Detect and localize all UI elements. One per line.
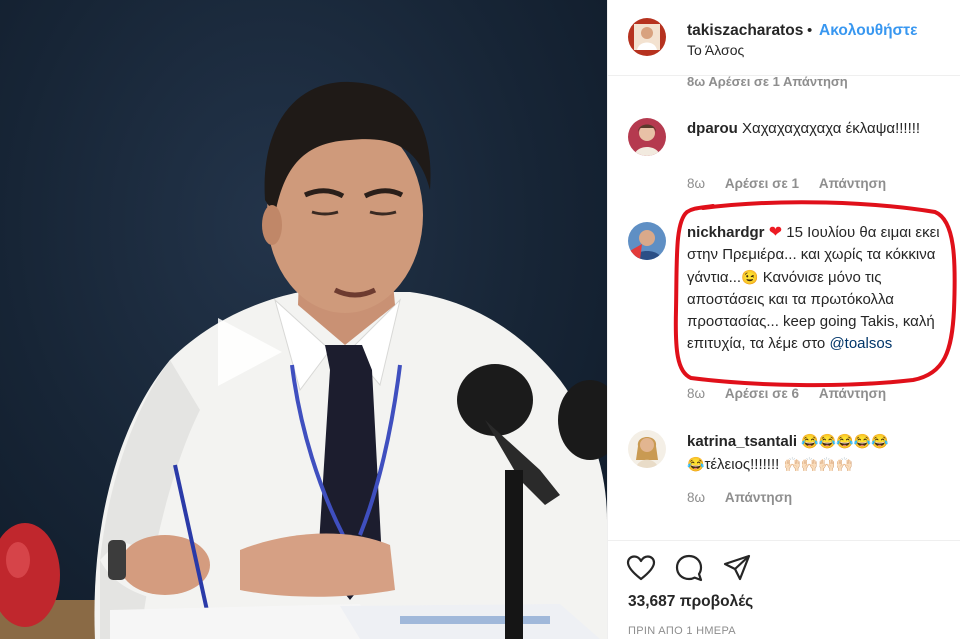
comment-time: 8ω bbox=[687, 490, 706, 505]
comment-icon bbox=[675, 554, 703, 582]
cut-comment-meta: 8ω Αρέσει σε 1 Απάντηση bbox=[687, 74, 848, 89]
comment-text: dparou Χαχαχαχαχαχα έκλαψα!!!!!! bbox=[687, 118, 949, 140]
instagram-post-view: 8ω Αρέσει σε 1 Απάντηση dparou Χαχαχαχαχ… bbox=[0, 0, 960, 639]
comment-username[interactable]: nickhardgr bbox=[687, 224, 765, 241]
play-icon bbox=[218, 318, 282, 386]
comment-likes-link[interactable]: Αρέσει σε 6 bbox=[725, 386, 799, 401]
share-button[interactable] bbox=[722, 553, 752, 583]
share-icon bbox=[723, 554, 751, 581]
author-avatar[interactable] bbox=[628, 18, 666, 56]
comment-text: nickhardgr ❤ 15 Ιουλίου θα ειμαι εκει στ… bbox=[687, 222, 949, 355]
reply-button[interactable]: Απάντηση bbox=[819, 386, 886, 401]
comment-meta: 8ω Αρέσει σε 1 Απάντηση bbox=[687, 176, 902, 191]
view-count[interactable]: 33,687 προβολές bbox=[628, 593, 753, 611]
reply-button[interactable]: Απάντηση bbox=[819, 176, 886, 191]
post-timestamp: ΠΡΙΝ ΑΠΟ 1 ΗΜΕΡΑ bbox=[628, 625, 736, 637]
comment-meta: 8ω Αρέσει σε 6 Απάντηση bbox=[687, 386, 902, 401]
post-sidebar: 8ω Αρέσει σε 1 Απάντηση dparou Χαχαχαχαχ… bbox=[607, 0, 960, 639]
author-username[interactable]: takiszacharatos bbox=[687, 22, 803, 40]
comment-username[interactable]: katrina_tsantali bbox=[687, 433, 797, 450]
post-actions: 33,687 προβολές ΠΡΙΝ ΑΠΟ 1 ΗΜΕΡΑ bbox=[608, 540, 960, 639]
reply-button[interactable]: Απάντηση bbox=[725, 490, 792, 505]
heart-icon bbox=[626, 555, 656, 581]
laughing-emoji-icon: 😂 bbox=[687, 456, 705, 472]
comment-content: τέλειος!!!!!!! bbox=[704, 456, 784, 473]
laughing-emoji-icons: 😂😂😂😂😂 bbox=[801, 433, 889, 449]
play-button[interactable] bbox=[210, 312, 290, 392]
comment-meta: 8ω Απάντηση bbox=[687, 490, 808, 505]
wink-emoji-icon: 😉 bbox=[741, 269, 759, 285]
comment-username[interactable]: dparou bbox=[687, 120, 738, 137]
comment-text: katrina_tsantali 😂😂😂😂😂 😂τέλειος!!!!!!! 🙌… bbox=[687, 430, 949, 476]
like-button[interactable] bbox=[626, 553, 656, 583]
separator-dot: • bbox=[807, 22, 813, 39]
comments-list[interactable]: 8ω Αρέσει σε 1 Απάντηση dparou Χαχαχαχαχ… bbox=[608, 0, 960, 540]
avatar[interactable] bbox=[628, 118, 666, 156]
post-header: takiszacharatos • Ακολουθήστε Το Άλσος bbox=[608, 0, 960, 76]
comment-button[interactable] bbox=[674, 553, 704, 583]
location-link[interactable]: Το Άλσος bbox=[687, 42, 744, 58]
avatar[interactable] bbox=[628, 222, 666, 260]
mention-link[interactable]: @toalsos bbox=[829, 335, 892, 352]
follow-button[interactable]: Ακολουθήστε bbox=[819, 22, 917, 40]
comment-time: 8ω bbox=[687, 386, 706, 401]
comment-content: Χαχαχαχαχαχα έκλαψα!!!!!! bbox=[742, 120, 921, 137]
video-frame-illustration bbox=[0, 81, 607, 639]
comment-likes-link[interactable]: Αρέσει σε 1 bbox=[725, 176, 799, 191]
comment-time: 8ω bbox=[687, 176, 706, 191]
post-video[interactable] bbox=[0, 0, 607, 639]
avatar[interactable] bbox=[628, 430, 666, 468]
raising-hands-emoji-icons: 🙌🏻🙌🏻🙌🏻🙌🏻 bbox=[783, 456, 854, 472]
red-heart-icon: ❤ bbox=[768, 224, 783, 241]
